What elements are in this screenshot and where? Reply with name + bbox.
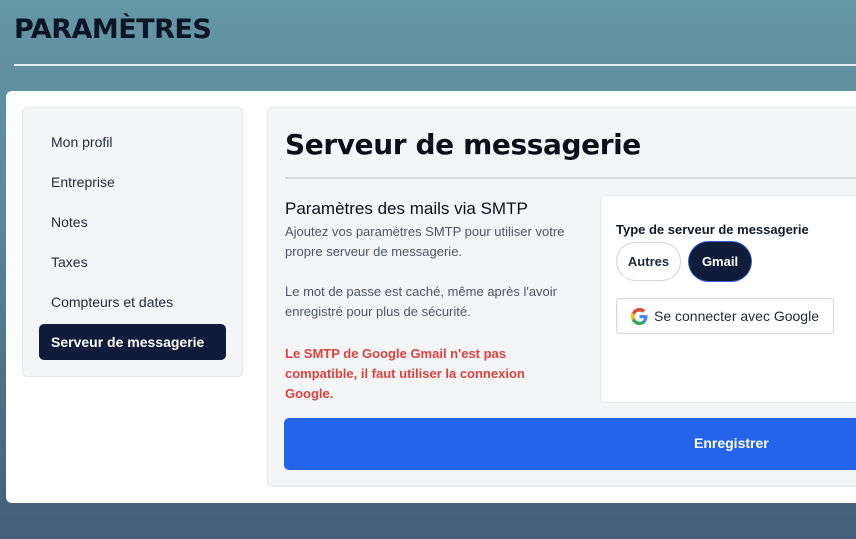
gmail-warning: Le SMTP de Google Gmail n'est pas compat… — [285, 346, 525, 401]
heading-divider — [285, 177, 856, 179]
mail-server-panel: Serveur de messagerie Paramètres des mai… — [267, 107, 856, 487]
header-divider — [14, 64, 856, 66]
save-button[interactable]: Enregistrer — [284, 418, 856, 470]
sidebar-item-compteurs-et-dates[interactable]: Compteurs et dates — [39, 284, 226, 320]
page-title: PARAMÈTRES — [14, 14, 212, 45]
page-header: PARAMÈTRES — [14, 14, 856, 45]
password-note: Le mot de passe est caché, même après l'… — [285, 284, 558, 319]
server-type-gmail-button[interactable]: Gmail — [689, 242, 751, 281]
sidebar-item-notes[interactable]: Notes — [39, 204, 226, 240]
smtp-section-title: Paramètres des mails via SMTP — [285, 199, 528, 218]
google-connect-button[interactable]: Se connecter avec Google — [616, 298, 834, 334]
sidebar-item-taxes[interactable]: Taxes — [39, 244, 226, 280]
save-button-label: Enregistrer — [694, 435, 769, 451]
sidebar-item-entreprise[interactable]: Entreprise — [39, 164, 226, 200]
server-type-label: Type de serveur de messagerie — [616, 222, 809, 237]
google-connect-label: Se connecter avec Google — [654, 308, 819, 324]
sidebar-item-mon-profil[interactable]: Mon profil — [39, 124, 226, 160]
section-heading: Serveur de messagerie — [285, 128, 641, 161]
server-type-autres-button[interactable]: Autres — [616, 242, 681, 281]
sidebar-item-serveur-de-messagerie[interactable]: Serveur de messagerie — [39, 324, 226, 360]
smtp-description: Ajoutez vos paramètres SMTP pour utilise… — [285, 224, 565, 259]
server-type-box: Type de serveur de messagerie Autres Gma… — [600, 195, 856, 403]
settings-sidebar: Mon profil Entreprise Notes Taxes Compte… — [22, 107, 243, 377]
google-icon — [631, 308, 648, 325]
